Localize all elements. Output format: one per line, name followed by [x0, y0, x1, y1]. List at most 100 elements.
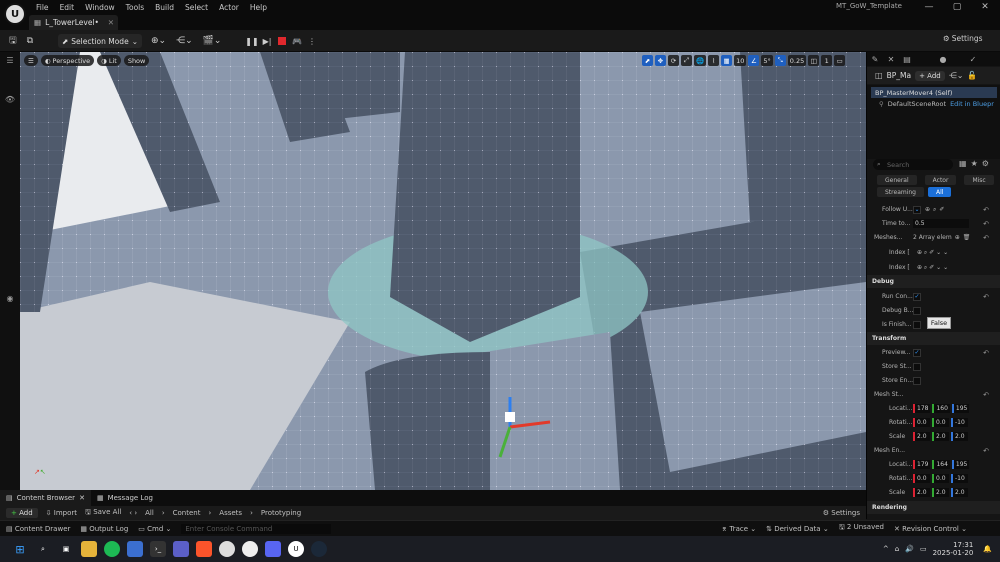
check-icon[interactable]: ✓ — [965, 55, 981, 64]
category-general[interactable]: General — [877, 175, 917, 185]
camera-speed-icon[interactable]: ◫ — [808, 55, 820, 66]
cinematics-icon[interactable]: 🎬⌄ — [200, 34, 225, 48]
time-to-input[interactable]: 0.5 — [913, 219, 969, 228]
category-all[interactable]: All — [928, 187, 952, 197]
run-con-checkbox[interactable]: ✓ — [913, 292, 921, 301]
store-en-checkbox[interactable] — [913, 376, 921, 385]
console-input[interactable]: Enter Console Command — [181, 523, 332, 534]
end-rot-y[interactable]: 0.0 — [932, 474, 949, 483]
brave-icon[interactable] — [196, 541, 212, 557]
output-log-button[interactable]: ▦ Output Log — [80, 525, 128, 533]
discord-icon[interactable] — [265, 541, 281, 557]
scale-snap-icon[interactable]: ⤡ — [774, 55, 786, 66]
property-matrix-icon[interactable]: ▦ — [959, 159, 967, 168]
radio-icon[interactable]: ◉ — [0, 294, 20, 303]
favorite-star-icon[interactable]: ★ — [971, 159, 978, 168]
end-loc-x[interactable]: 179 — [913, 460, 931, 469]
browse-icon[interactable]: ⊕ ⌕ ✐ ⌄ ⌄ — [917, 249, 948, 257]
task-view-icon[interactable]: ▣ — [58, 541, 74, 557]
eject-icon[interactable]: 🎮 — [291, 35, 303, 47]
reset-icon[interactable]: ↶ — [983, 220, 989, 228]
more-options-icon[interactable]: ⋮ — [306, 35, 318, 47]
eye-icon[interactable]: 👁 — [0, 95, 20, 104]
tab-content-browser[interactable]: ▤ Content Browser ✕ — [0, 490, 91, 506]
start-rot-z[interactable]: -10 — [951, 418, 968, 427]
viewport-menu-button[interactable]: ☰ — [24, 55, 38, 66]
menu-help[interactable]: Help — [250, 3, 267, 12]
end-scale-y[interactable]: 2.0 — [932, 488, 949, 497]
github-icon[interactable] — [242, 541, 258, 557]
browse-icon[interactable]: ⊕ — [925, 206, 930, 213]
section-rendering[interactable]: Rendering — [867, 501, 1000, 514]
unreal-logo-icon[interactable]: U — [4, 3, 26, 25]
edit-in-blueprint-link[interactable]: Edit in Bluepr — [950, 100, 994, 108]
find-icon[interactable]: ⌕ — [933, 206, 936, 214]
is-finish-checkbox[interactable] — [913, 320, 921, 329]
menu-edit[interactable]: Edit — [60, 3, 75, 12]
close-button[interactable]: ✕ — [971, 2, 999, 12]
select-tool-icon[interactable]: ⬈ — [642, 55, 653, 66]
end-rot-x[interactable]: 0.0 — [913, 474, 930, 483]
clock[interactable]: 17:31 2025-01-20 — [933, 541, 974, 557]
cb-add-button[interactable]: + Add — [6, 508, 38, 518]
terminal-icon[interactable]: ›_ — [150, 541, 166, 557]
menu-build[interactable]: Build — [155, 3, 174, 12]
details-settings-icon[interactable]: ⚙ — [982, 159, 989, 168]
stop-icon[interactable] — [276, 35, 288, 47]
import-button[interactable]: ⇩ Import — [46, 509, 77, 517]
reset-icon[interactable]: ↶ — [983, 447, 989, 455]
details-search-input[interactable]: ⌕ Search — [873, 159, 953, 170]
battery-icon[interactable]: ▭ — [920, 545, 927, 553]
minimize-button[interactable]: — — [915, 2, 943, 12]
derived-data-button[interactable]: ⇅ Derived Data ⌄ — [766, 525, 829, 533]
start-scale-x[interactable]: 2.0 — [913, 432, 930, 441]
section-transform[interactable]: Transform — [867, 332, 1000, 345]
component-root-row[interactable]: ⚲ DefaultSceneRoot Edit in Bluepr — [879, 100, 994, 108]
network-icon[interactable]: ⌂ — [895, 545, 899, 553]
unreal-taskbar-icon[interactable]: U — [288, 541, 304, 557]
details-close-icon[interactable]: ✕ — [883, 55, 899, 64]
step-icon[interactable]: ▶| — [261, 35, 273, 47]
start-loc-y[interactable]: 160 — [932, 404, 950, 413]
start-rot-x[interactable]: 0.0 — [913, 418, 930, 427]
rotation-snap-icon[interactable]: ∠ — [748, 55, 760, 66]
settings-button[interactable]: ⚙ Settings — [943, 34, 983, 43]
level-tab[interactable]: ▦ L_TowerLevel• ✕ — [29, 15, 118, 30]
tab-close-icon[interactable]: ✕ — [108, 18, 114, 27]
chrome-icon[interactable] — [219, 541, 235, 557]
volume-icon[interactable]: 🔊 — [905, 545, 914, 553]
start-scale-z[interactable]: 2.0 — [951, 432, 968, 441]
picker-icon[interactable]: ✐ — [939, 206, 944, 213]
file-explorer-icon[interactable] — [81, 541, 97, 557]
source-control-icon[interactable]: ⧉ — [24, 34, 36, 48]
end-loc-y[interactable]: 164 — [932, 460, 950, 469]
media-icon[interactable] — [127, 541, 143, 557]
end-loc-z[interactable]: 195 — [951, 460, 970, 469]
teams-icon[interactable] — [173, 541, 189, 557]
menu-actor[interactable]: Actor — [219, 3, 239, 12]
show-button[interactable]: Show — [123, 55, 150, 66]
store-st-checkbox[interactable] — [913, 362, 921, 371]
reset-icon[interactable]: ↶ — [983, 206, 989, 214]
trace-button[interactable]: ⌆ Trace ⌄ — [721, 525, 756, 533]
end-rot-z[interactable]: -10 — [951, 474, 968, 483]
debug-b-checkbox[interactable] — [913, 306, 921, 315]
path-assets[interactable]: Assets — [219, 509, 242, 517]
delete-icon[interactable]: 🗑 — [963, 234, 971, 241]
menu-select[interactable]: Select — [185, 3, 208, 12]
cmd-dropdown[interactable]: ▭ Cmd ⌄ — [138, 525, 171, 533]
perspective-button[interactable]: ◐ Perspective — [40, 55, 95, 66]
reset-icon[interactable]: ↶ — [983, 349, 989, 357]
category-streaming[interactable]: Streaming — [877, 187, 924, 197]
blueprint-dropdown-icon[interactable]: ⋲⌄ — [949, 71, 964, 80]
grid-snap-value[interactable]: 10 — [734, 55, 747, 66]
browse-icon[interactable]: ⊕ ⌕ ✐ ⌄ ⌄ — [917, 264, 948, 272]
lock-icon[interactable]: 🔓 — [967, 71, 977, 80]
rotation-snap-value[interactable]: 5° — [761, 55, 773, 66]
nav-back-icon[interactable]: ‹ › — [129, 509, 137, 517]
scale-snap-value[interactable]: 0.25 — [787, 55, 807, 66]
start-scale-y[interactable]: 2.0 — [932, 432, 949, 441]
menu-file[interactable]: File — [36, 3, 49, 12]
end-scale-x[interactable]: 2.0 — [913, 488, 930, 497]
camera-speed-value[interactable]: 1 — [821, 55, 833, 66]
